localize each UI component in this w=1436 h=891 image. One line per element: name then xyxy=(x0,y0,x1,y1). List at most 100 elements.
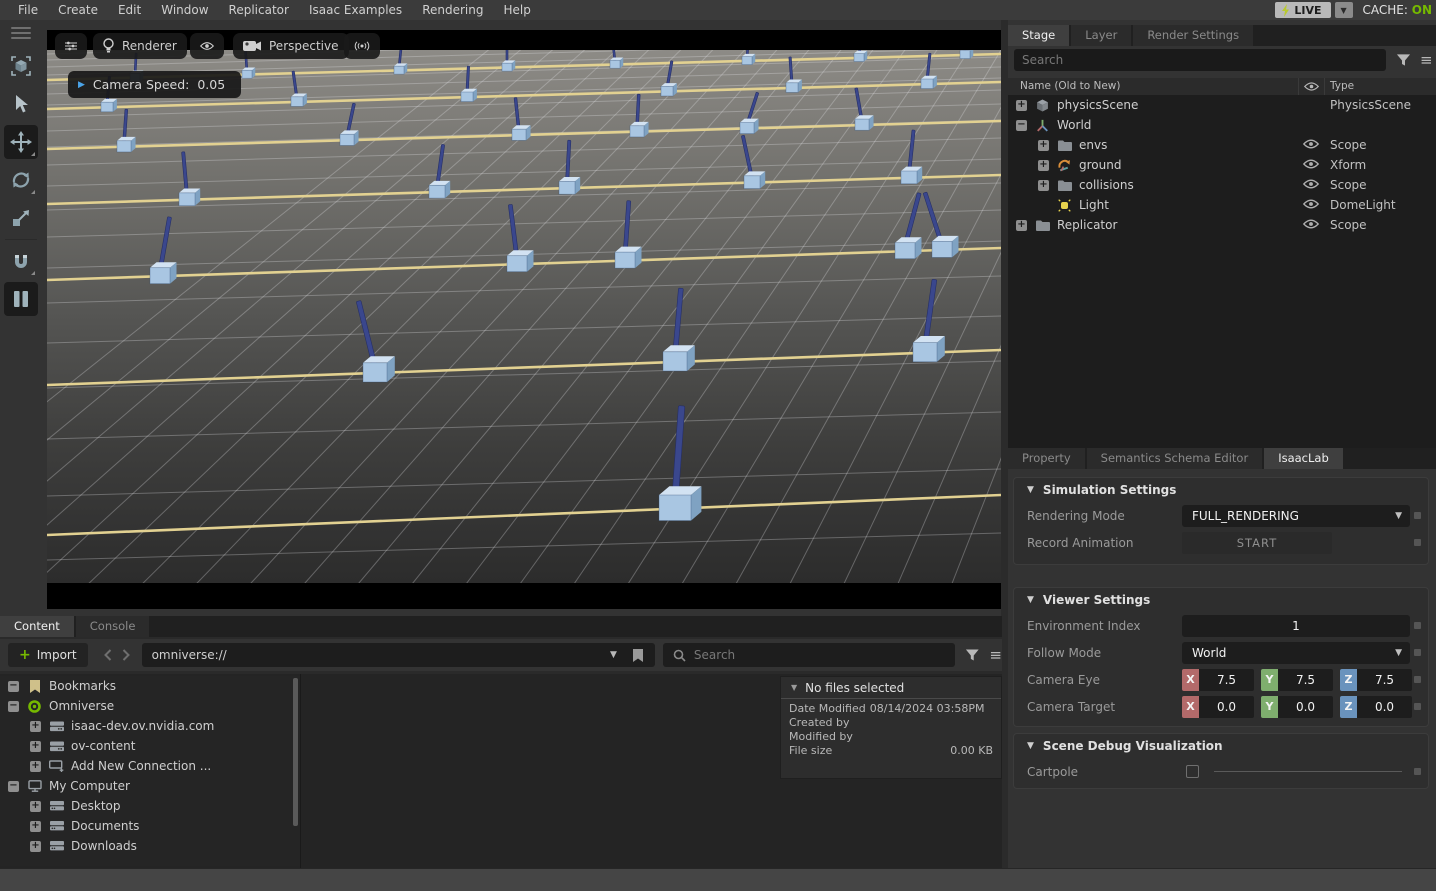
frame-selection-button[interactable] xyxy=(4,49,38,83)
panel-splitter[interactable] xyxy=(1001,20,1008,868)
expand-icon[interactable]: + xyxy=(30,721,41,732)
visibility-eye-icon[interactable] xyxy=(1300,138,1322,152)
expand-icon[interactable]: + xyxy=(30,801,41,812)
collapse-icon[interactable]: − xyxy=(8,681,19,692)
tree-row-world[interactable]: − World xyxy=(1008,115,1436,135)
content-search-input[interactable]: Search xyxy=(663,643,955,667)
tree-item-label[interactable]: physicsScene xyxy=(1057,98,1138,112)
chevron-down-icon[interactable]: ▼ xyxy=(610,650,617,660)
visibility-button[interactable] xyxy=(190,33,224,59)
reset-property-button[interactable] xyxy=(1414,676,1421,683)
menu-item-replicator[interactable]: Replicator xyxy=(219,3,299,17)
reset-property-button[interactable] xyxy=(1414,539,1421,546)
tab-render-settings[interactable]: Render Settings xyxy=(1133,25,1253,46)
expand-icon[interactable]: + xyxy=(1038,160,1049,171)
tab-content[interactable]: Content xyxy=(0,616,74,637)
expand-icon[interactable]: + xyxy=(1038,180,1049,191)
import-button[interactable]: + Import xyxy=(8,643,88,667)
tree-item-label[interactable]: envs xyxy=(1079,138,1107,152)
capture-button[interactable] xyxy=(344,33,380,59)
tab-console[interactable]: Console xyxy=(76,616,150,637)
tree-row-light[interactable]: +LightDomeLight xyxy=(1008,195,1436,215)
menu-item-help[interactable]: Help xyxy=(493,3,540,17)
tree-row-desktop[interactable]: + Desktop xyxy=(0,796,300,816)
content-options-icon[interactable]: ≡ xyxy=(989,648,1002,663)
menu-item-edit[interactable]: Edit xyxy=(108,3,151,17)
live-button[interactable]: LIVE xyxy=(1275,2,1330,18)
tree-item-label[interactable]: Light xyxy=(1079,198,1109,212)
cartpole-checkbox[interactable] xyxy=(1186,765,1199,778)
tree-row-omniverse[interactable]: −Omniverse xyxy=(0,696,300,716)
camera-target-z-input[interactable]: 0.0 xyxy=(1357,696,1412,718)
expand-icon[interactable]: + xyxy=(1038,140,1049,151)
tree-item-label[interactable]: Replicator xyxy=(1057,218,1117,232)
camera-eye-z-input[interactable]: 7.5 xyxy=(1357,669,1412,691)
camera-target-y-input[interactable]: 0.0 xyxy=(1278,696,1333,718)
camera-target-x-input[interactable]: 0.0 xyxy=(1199,696,1254,718)
tree-row-downloads[interactable]: +Downloads xyxy=(0,836,300,856)
tree-item-label[interactable]: Add New Connection ... xyxy=(71,759,211,773)
pause-button[interactable] xyxy=(4,282,38,316)
back-icon[interactable] xyxy=(104,649,112,661)
expand-icon[interactable]: + xyxy=(30,741,41,752)
tree-item-label[interactable]: Downloads xyxy=(71,839,137,853)
simulation-settings-header[interactable]: ▼ Simulation Settings xyxy=(1014,478,1428,502)
tree-row-bookmarks[interactable]: − Bookmarks xyxy=(0,676,300,696)
tree-item-label[interactable]: collisions xyxy=(1079,178,1134,192)
grip-icon[interactable] xyxy=(11,27,31,39)
details-header[interactable]: ▼ No files selected xyxy=(781,677,1001,699)
scene-debug-header[interactable]: ▼ Scene Debug Visualization xyxy=(1014,734,1428,758)
reset-property-button[interactable] xyxy=(1414,768,1421,775)
bookmark-icon[interactable] xyxy=(633,649,643,662)
path-input[interactable]: omniverse:// ▼ xyxy=(142,643,655,667)
tab-stage[interactable]: Stage xyxy=(1008,25,1069,46)
tree-item-label[interactable]: My Computer xyxy=(49,779,130,793)
visibility-eye-icon[interactable] xyxy=(1300,158,1322,172)
tree-row-ground[interactable]: +groundXform xyxy=(1008,155,1436,175)
collapse-icon[interactable]: − xyxy=(1016,120,1027,131)
stage-search-input[interactable]: Search xyxy=(1014,49,1386,71)
tree-item-label[interactable]: ground xyxy=(1079,158,1121,172)
live-dropdown-button[interactable]: ▼ xyxy=(1335,2,1353,18)
tree-row-ov-content[interactable]: + ov-content xyxy=(0,736,300,756)
snap-tool-button[interactable] xyxy=(4,244,38,278)
tree-item-label[interactable]: Bookmarks xyxy=(49,679,116,693)
renderer-dropdown[interactable]: Renderer xyxy=(93,33,187,59)
stage-options-icon[interactable]: ≡ xyxy=(1420,53,1433,68)
visibility-eye-icon[interactable] xyxy=(1300,178,1322,192)
menu-item-file[interactable]: File xyxy=(8,3,48,17)
expand-icon[interactable]: + xyxy=(1016,220,1027,231)
reset-property-button[interactable] xyxy=(1414,703,1421,710)
column-type[interactable]: Type xyxy=(1330,80,1354,92)
tree-row-my-computer[interactable]: −My Computer xyxy=(0,776,300,796)
menu-item-create[interactable]: Create xyxy=(48,3,108,17)
reset-property-button[interactable] xyxy=(1414,649,1421,656)
forward-icon[interactable] xyxy=(122,649,130,661)
tree-row-envs[interactable]: +envsScope xyxy=(1008,135,1436,155)
tree-item-label[interactable]: World xyxy=(1057,118,1091,132)
tree-row-documents[interactable]: +Documents xyxy=(0,816,300,836)
visibility-eye-icon[interactable] xyxy=(1300,198,1322,212)
visibility-eye-icon[interactable] xyxy=(1300,218,1322,232)
column-name[interactable]: Name (Old to New) xyxy=(1020,80,1120,92)
tree-row-physicsscene[interactable]: +physicsScenePhysicsScene xyxy=(1008,95,1436,115)
tree-item-label[interactable]: Documents xyxy=(71,819,139,833)
collapse-icon[interactable]: − xyxy=(8,701,19,712)
select-tool-button[interactable] xyxy=(4,87,38,121)
rotate-tool-button[interactable] xyxy=(4,163,38,197)
tree-item-label[interactable]: ov-content xyxy=(71,739,135,753)
reset-property-button[interactable] xyxy=(1414,622,1421,629)
viewport-settings-button[interactable] xyxy=(55,33,87,59)
menu-item-isaac-examples[interactable]: Isaac Examples xyxy=(299,3,412,17)
environment-index-input[interactable]: 1 xyxy=(1182,615,1410,637)
filter-icon[interactable] xyxy=(965,648,980,662)
tab-layer[interactable]: Layer xyxy=(1071,25,1131,46)
tree-item-label[interactable]: Desktop xyxy=(71,799,121,813)
move-tool-button[interactable] xyxy=(4,125,38,159)
tree-row-isaac-dev-ov-nvidia-com[interactable]: +isaac-dev.ov.nvidia.com xyxy=(0,716,300,736)
record-start-button[interactable]: START xyxy=(1182,532,1332,554)
menu-item-rendering[interactable]: Rendering xyxy=(412,3,493,17)
viewport[interactable]: Renderer Perspective ▶ Camera Speed: 0.0… xyxy=(47,30,1001,609)
tab-isaaclab[interactable]: IsaacLab xyxy=(1264,448,1343,469)
tree-row-collisions[interactable]: +collisionsScope xyxy=(1008,175,1436,195)
